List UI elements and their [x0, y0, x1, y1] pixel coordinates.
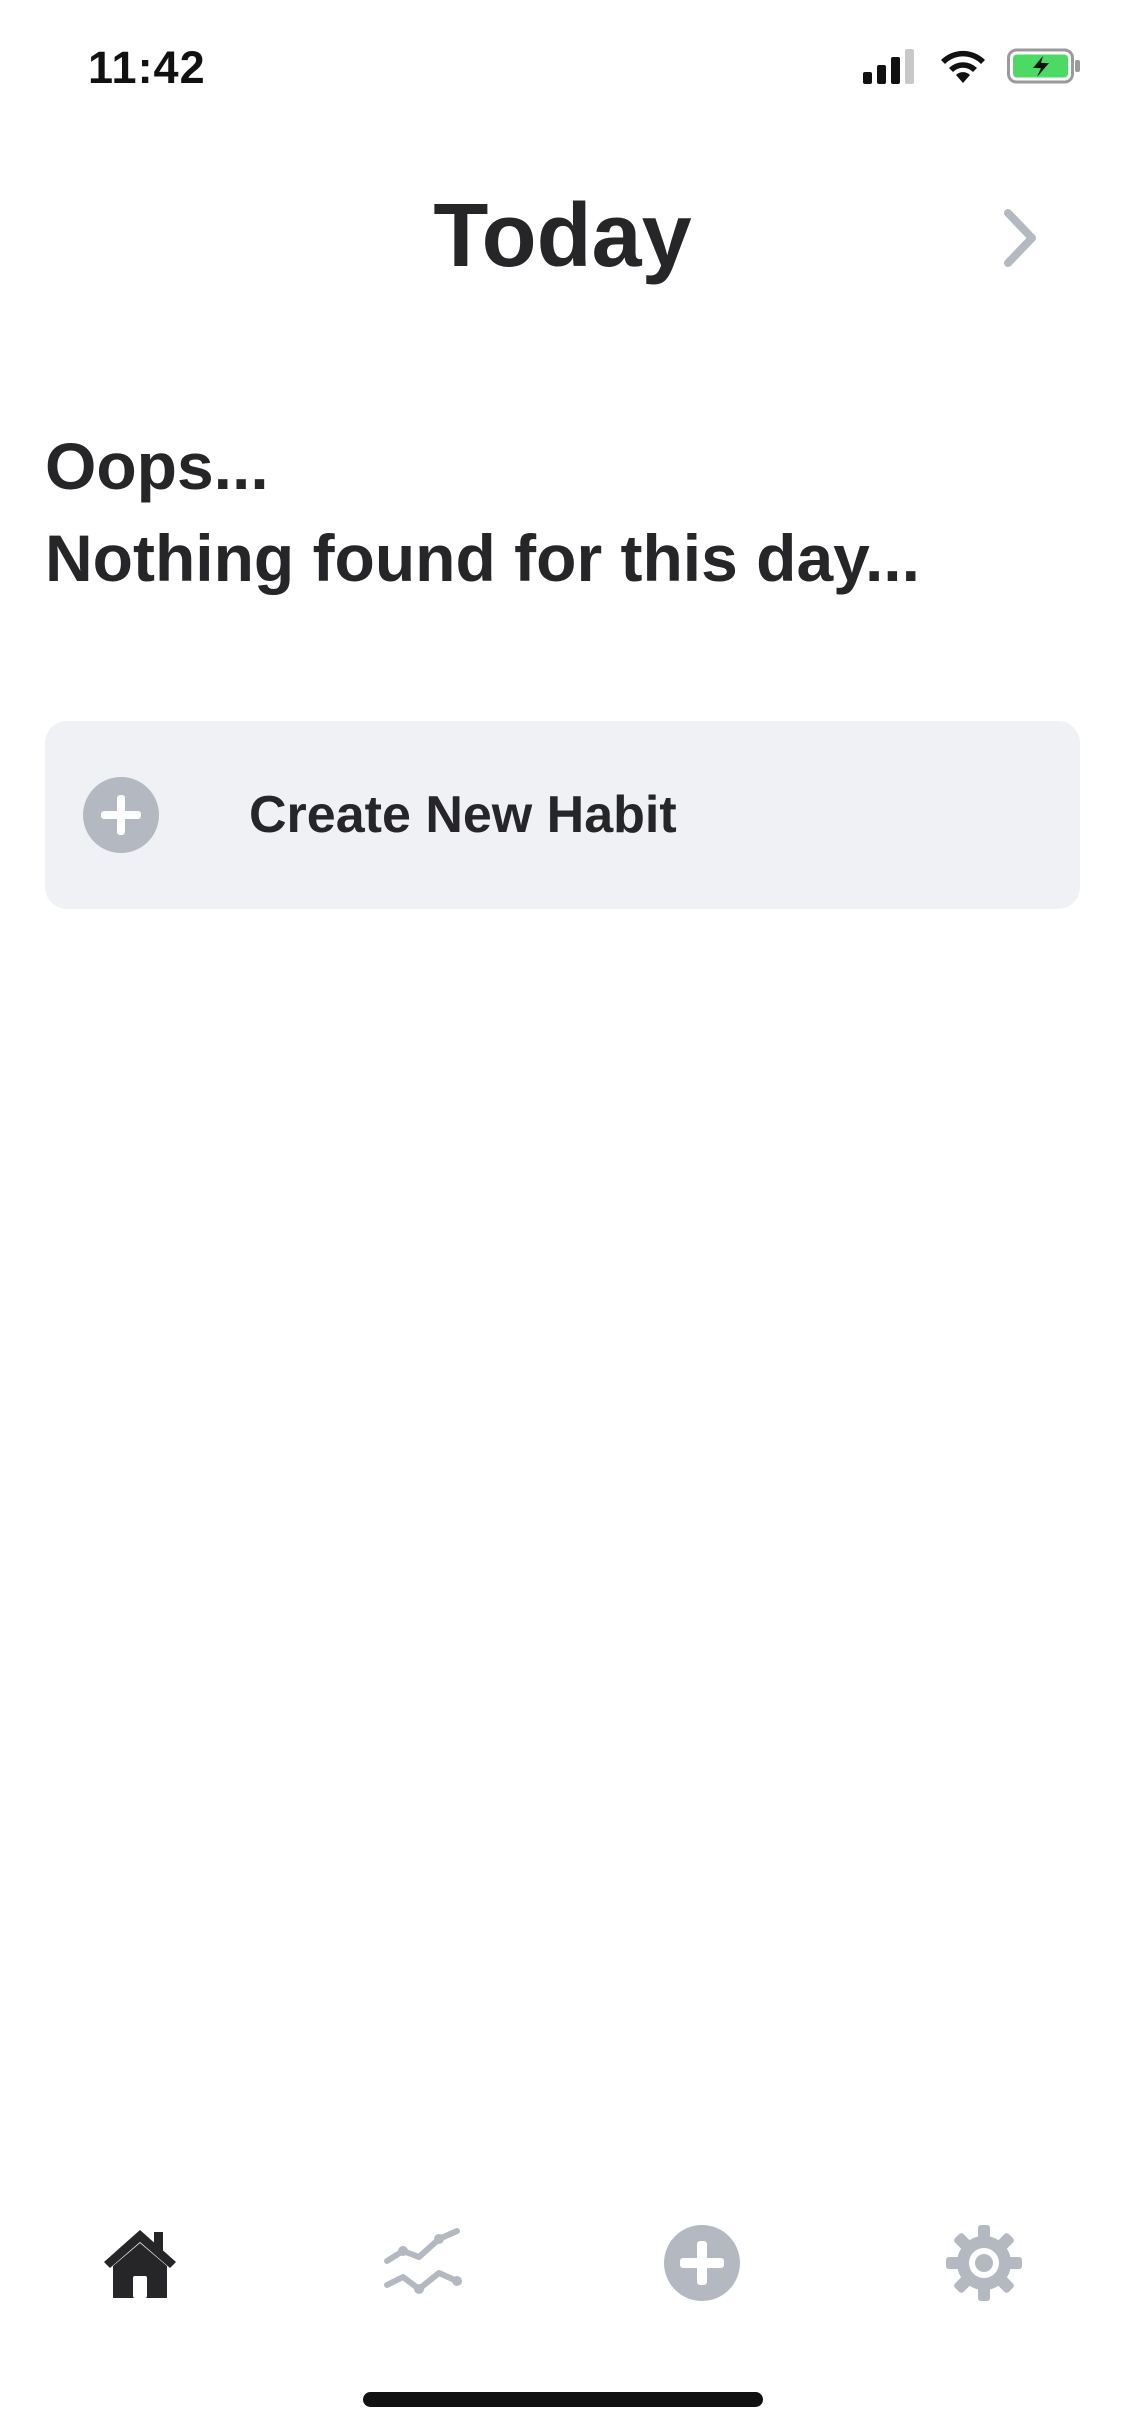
- tab-settings[interactable]: [924, 2210, 1044, 2320]
- create-new-habit-button[interactable]: Create New Habit: [45, 721, 1080, 909]
- tab-bar: [0, 2210, 1125, 2320]
- tab-home[interactable]: [80, 2210, 200, 2320]
- home-indicator[interactable]: [363, 2392, 763, 2407]
- gear-icon: [945, 2224, 1023, 2307]
- wifi-icon: [939, 48, 987, 89]
- empty-state-subtitle: Nothing found for this day...: [45, 521, 920, 595]
- status-bar: 11:42: [0, 0, 1125, 132]
- screen: 11:42 Today Oops... Nothing found for th…: [0, 0, 1125, 2436]
- add-circle-icon: [664, 2224, 740, 2306]
- tab-add[interactable]: [642, 2210, 762, 2320]
- battery-charging-icon: [1007, 48, 1081, 89]
- tab-stats[interactable]: [362, 2210, 482, 2320]
- status-icons: [863, 48, 1081, 89]
- home-icon: [100, 2226, 180, 2305]
- next-day-button[interactable]: [990, 205, 1050, 275]
- cellular-signal-icon: [863, 48, 919, 89]
- create-new-habit-label: Create New Habit: [249, 786, 677, 844]
- empty-state-message: Oops... Nothing found for this day...: [45, 420, 920, 604]
- plus-circle-icon: [83, 777, 159, 853]
- status-time: 11:42: [88, 42, 206, 93]
- page-title: Today: [433, 186, 692, 286]
- empty-state-title: Oops...: [45, 429, 269, 503]
- chevron-right-icon: [1000, 207, 1040, 274]
- stats-icon: [381, 2227, 463, 2304]
